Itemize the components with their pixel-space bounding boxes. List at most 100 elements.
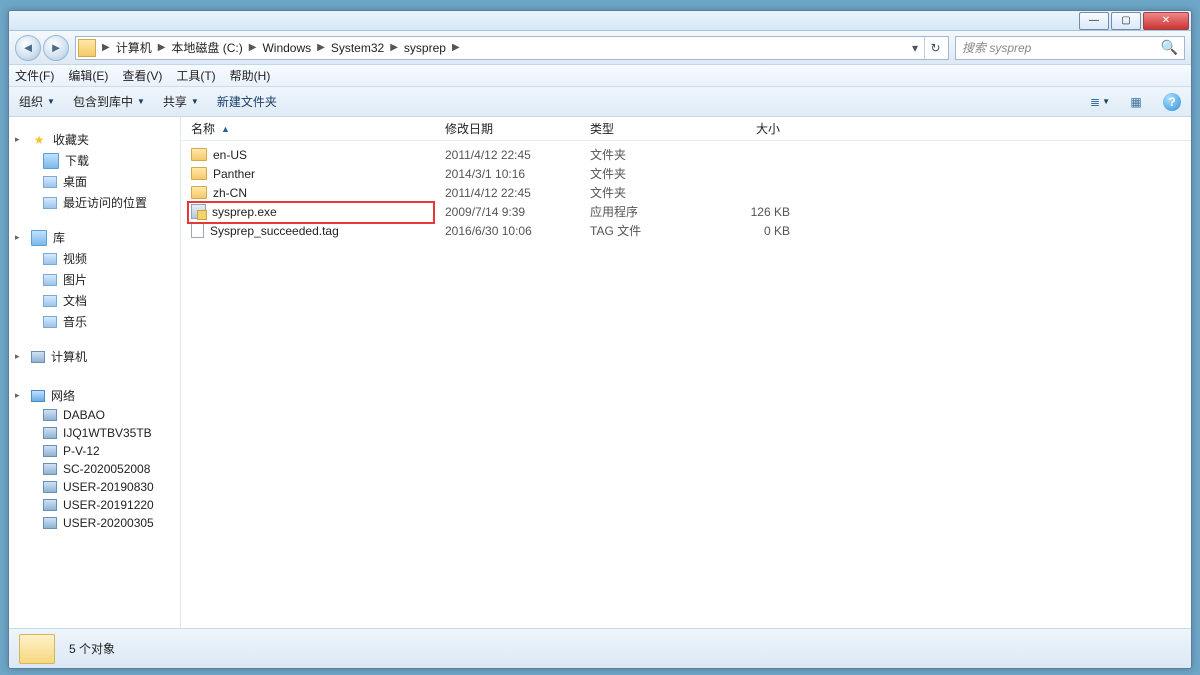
address-bar[interactable]: ▶ 计算机 ▶ 本地磁盘 (C:) ▶ Windows ▶ System32 ▶…	[75, 36, 949, 60]
address-dropdown-icon[interactable]: ▾	[906, 41, 924, 55]
file-pane: 名称▲ 修改日期 类型 大小 en-US 2011/4/12 22:45 文件夹…	[181, 117, 1191, 628]
column-header-date[interactable]: 修改日期	[435, 120, 580, 137]
column-header-name[interactable]: 名称▲	[181, 120, 435, 137]
sidebar-favorites[interactable]: ▸★收藏夹	[9, 125, 180, 150]
recent-icon	[43, 197, 57, 209]
folder-icon	[191, 148, 207, 161]
sidebar-item-label: USER-20190830	[63, 480, 154, 494]
include-in-library-button[interactable]: 包含到库中▼	[73, 93, 145, 110]
sidebar-item-label: IJQ1WTBV35TB	[63, 426, 152, 440]
sidebar-item-network-node[interactable]: USER-20191220	[9, 496, 180, 514]
breadcrumb-drive-c[interactable]: 本地磁盘 (C:)	[167, 39, 246, 56]
menu-bar: 文件(F) 编辑(E) 查看(V) 工具(T) 帮助(H)	[9, 65, 1191, 87]
back-button[interactable]: ◄	[15, 35, 41, 61]
preview-pane-button[interactable]: ▦	[1127, 93, 1145, 111]
sidebar-libraries[interactable]: ▸库	[9, 223, 180, 248]
sidebar-label: 库	[53, 229, 65, 246]
music-icon	[43, 316, 57, 328]
breadcrumb-windows[interactable]: Windows	[258, 41, 315, 55]
desktop-icon	[43, 176, 57, 188]
file-row[interactable]: en-US 2011/4/12 22:45 文件夹	[181, 145, 1191, 164]
sidebar-item-network-node[interactable]: DABAO	[9, 406, 180, 424]
breadcrumb-system32[interactable]: System32	[327, 41, 388, 55]
menu-edit[interactable]: 编辑(E)	[68, 67, 108, 84]
new-folder-button[interactable]: 新建文件夹	[217, 93, 277, 110]
sidebar-item-network-node[interactable]: USER-20190830	[9, 478, 180, 496]
file-list[interactable]: en-US 2011/4/12 22:45 文件夹 Panther 2014/3…	[181, 141, 1191, 628]
breadcrumb-sep-icon[interactable]: ▶	[247, 42, 259, 53]
breadcrumb-sysprep[interactable]: sysprep	[400, 41, 450, 55]
sidebar-item-network-node[interactable]: P-V-12	[9, 442, 180, 460]
file-size: 0 KB	[700, 224, 820, 238]
sidebar-network[interactable]: ▸ 网络	[9, 381, 180, 406]
sidebar-item-network-node[interactable]: USER-20200305	[9, 514, 180, 532]
help-button[interactable]: ?	[1163, 93, 1181, 111]
nav-history-buttons: ◄ ►	[15, 35, 69, 61]
close-button[interactable]: ✕	[1143, 12, 1189, 30]
chevron-down-icon: ▼	[191, 97, 199, 106]
column-header-type[interactable]: 类型	[580, 120, 690, 137]
sidebar-item-recent[interactable]: 最近访问的位置	[9, 192, 180, 213]
navigation-bar: ◄ ► ▶ 计算机 ▶ 本地磁盘 (C:) ▶ Windows ▶ System…	[9, 31, 1191, 65]
file-name: en-US	[213, 148, 247, 162]
sidebar-item-videos[interactable]: 视频	[9, 248, 180, 269]
file-row-highlighted[interactable]: sysprep.exe 2009/7/14 9:39 应用程序 126 KB	[181, 202, 1191, 221]
file-date: 2011/4/12 22:45	[445, 148, 590, 162]
sidebar-item-label: 视频	[63, 250, 87, 267]
sidebar-item-pictures[interactable]: 图片	[9, 269, 180, 290]
video-icon	[43, 253, 57, 265]
minimize-button[interactable]: —	[1079, 12, 1109, 30]
sidebar-item-label: 图片	[63, 271, 87, 288]
column-header-size[interactable]: 大小	[690, 120, 810, 137]
computer-icon	[31, 351, 45, 363]
menu-tools[interactable]: 工具(T)	[176, 67, 215, 84]
column-header-row: 名称▲ 修改日期 类型 大小	[181, 117, 1191, 141]
sidebar-item-label: P-V-12	[63, 444, 100, 458]
search-input[interactable]	[962, 41, 1161, 55]
disclosure-icon: ▸	[15, 351, 25, 362]
star-icon: ★	[31, 132, 47, 148]
breadcrumb-sep-icon[interactable]: ▶	[388, 42, 400, 53]
forward-button[interactable]: ►	[43, 35, 69, 61]
share-button[interactable]: 共享▼	[163, 93, 199, 110]
file-type: 文件夹	[590, 146, 700, 163]
sidebar-item-documents[interactable]: 文档	[9, 290, 180, 311]
breadcrumb-sep-icon[interactable]: ▶	[315, 42, 327, 53]
search-icon[interactable]: 🔍	[1161, 39, 1178, 56]
refresh-button[interactable]: ↻	[924, 37, 946, 59]
computer-icon	[43, 481, 57, 493]
breadcrumb-computer[interactable]: 计算机	[112, 39, 156, 56]
breadcrumb-sep-icon[interactable]: ▶	[156, 42, 168, 53]
breadcrumb-sep-icon[interactable]: ▶	[450, 42, 462, 53]
title-bar: — ▢ ✕	[9, 11, 1191, 31]
menu-help[interactable]: 帮助(H)	[230, 67, 271, 84]
folder-icon	[191, 186, 207, 199]
disclosure-icon: ▸	[15, 390, 25, 401]
sidebar-label: 网络	[51, 387, 75, 404]
file-row[interactable]: Panther 2014/3/1 10:16 文件夹	[181, 164, 1191, 183]
menu-file[interactable]: 文件(F)	[15, 67, 54, 84]
file-name: zh-CN	[213, 186, 247, 200]
sidebar-computer[interactable]: ▸计算机	[9, 342, 180, 367]
sidebar-item-downloads[interactable]: 下载	[9, 150, 180, 171]
sidebar-item-label: 下载	[65, 152, 89, 169]
maximize-button[interactable]: ▢	[1111, 12, 1141, 30]
sidebar-label: 收藏夹	[53, 131, 89, 148]
disclosure-icon: ▸	[15, 232, 25, 243]
organize-button[interactable]: 组织▼	[19, 93, 55, 110]
file-row[interactable]: Sysprep_succeeded.tag 2016/6/30 10:06 TA…	[181, 221, 1191, 240]
sidebar-item-network-node[interactable]: SC-2020052008	[9, 460, 180, 478]
file-row[interactable]: zh-CN 2011/4/12 22:45 文件夹	[181, 183, 1191, 202]
status-count: 5 个对象	[69, 640, 115, 657]
file-date: 2011/4/12 22:45	[445, 186, 590, 200]
sidebar-item-label: 桌面	[63, 173, 87, 190]
view-options-button[interactable]: ≣▼	[1091, 93, 1109, 111]
sidebar-item-desktop[interactable]: 桌面	[9, 171, 180, 192]
menu-view[interactable]: 查看(V)	[122, 67, 162, 84]
breadcrumb-sep-icon[interactable]: ▶	[100, 42, 112, 53]
navigation-pane[interactable]: ▸★收藏夹 下载 桌面 最近访问的位置 ▸库 视频 图片 文档 音乐 ▸计算机 …	[9, 117, 181, 628]
sidebar-item-label: 文档	[63, 292, 87, 309]
sidebar-item-network-node[interactable]: IJQ1WTBV35TB	[9, 424, 180, 442]
sidebar-item-music[interactable]: 音乐	[9, 311, 180, 332]
search-box[interactable]: 🔍	[955, 36, 1185, 60]
